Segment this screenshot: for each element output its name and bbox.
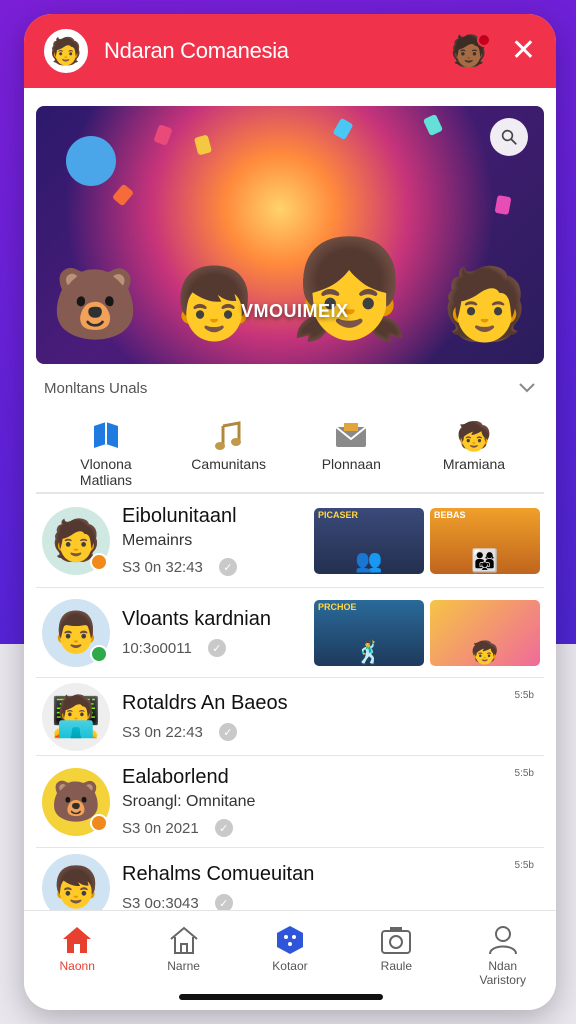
item-meta: 10:3o0011	[122, 639, 192, 657]
confetti	[193, 134, 213, 156]
profile-character-icon[interactable]: 🧑🏾	[449, 31, 491, 71]
item-meta: S3 0n 2021	[122, 819, 199, 837]
confetti	[494, 194, 512, 216]
search-icon	[501, 129, 517, 145]
notification-badge	[476, 33, 491, 47]
app-header: 🧑 Ndaran Comanesia 🧑🏾 ✕	[24, 14, 556, 88]
check-icon: ✓	[218, 723, 237, 741]
avatar: 🧑	[42, 506, 110, 575]
item-meta: S3 0n 32:43	[122, 558, 203, 576]
nav-label: Raule	[380, 959, 413, 973]
category-item[interactable]: Plonnaan	[291, 416, 411, 492]
mail-icon	[334, 416, 368, 456]
chevron-down-icon[interactable]	[518, 382, 536, 394]
girl-character: 👧	[289, 236, 410, 343]
avatar: 🧑‍💻	[42, 682, 110, 751]
man-character: 🧑	[440, 265, 529, 343]
nav-item-home[interactable]: Naonn	[32, 921, 122, 1010]
app-title: Ndaran Comanesia	[104, 38, 289, 63]
item-name: Vloants kardnian	[122, 608, 271, 630]
item-time: 5:5b	[514, 860, 534, 871]
category-label: Camunitans	[191, 456, 266, 472]
status-dot	[90, 644, 108, 663]
list-item[interactable]: 🐻 Ealaborlend Sroangl: Omnitane S3 0n 20…	[36, 756, 544, 848]
video-thumbnail[interactable]: PICASER 👥	[314, 507, 424, 574]
check-icon: ✓	[218, 558, 237, 576]
avatar: 👨	[42, 598, 110, 667]
category-item[interactable]: 🧒 Mramiana	[414, 416, 534, 492]
item-name: Rehalms Comueuitan	[122, 863, 315, 885]
camera-icon	[380, 921, 412, 959]
category-label: Vlonona Matlians	[79, 456, 133, 488]
bear-character: 🐻	[51, 265, 140, 343]
nav-label: Naonn	[59, 959, 95, 973]
confetti	[111, 183, 135, 207]
thumbnail-caption: PRCHOE	[318, 601, 357, 612]
item-meta: S3 0o:3043	[122, 894, 199, 912]
person-icon	[488, 921, 518, 959]
confetti	[332, 117, 354, 141]
item-name: Rotaldrs An Baeos	[122, 692, 288, 714]
nav-item-profile[interactable]: Ndan Varistory	[458, 921, 548, 1010]
item-subtitle: Sroangl: Omnitane	[122, 793, 256, 810]
item-time: 5:5b	[514, 768, 534, 779]
item-time: 5:5b	[514, 690, 534, 701]
status-dot	[90, 552, 108, 571]
category-bar: Vlonona Matlians Camunitans Plonnaan 🧒 M…	[36, 408, 544, 494]
character-badge-icon: 🧒	[456, 420, 492, 452]
content-list: 🧑 Eibolunitaanl Memainrs S3 0n 32:43 ✓ PI…	[24, 494, 556, 928]
hero-banner[interactable]: 🐻 👦 👧 🧑 VMOUIMEIX	[36, 106, 544, 364]
home-indicator	[179, 994, 383, 1000]
balloon	[66, 136, 116, 186]
status-dot	[90, 813, 108, 832]
section-label: Monltans Unals	[44, 379, 148, 397]
thumbnail-caption: BEBAS	[434, 509, 466, 520]
book-icon	[90, 416, 122, 456]
check-icon: ✓	[214, 819, 233, 837]
list-item[interactable]: 👨 Vloants kardnian 10:3o0011 ✓ PRCHOE 🕺 🧒	[36, 588, 544, 678]
video-thumbnail[interactable]: BEBAS 👨‍👩‍👧	[430, 507, 540, 574]
confetti	[153, 124, 173, 146]
music-note-icon	[213, 416, 245, 456]
banner-characters: 🐻 👦 👧 🧑	[36, 234, 544, 346]
nav-label: Ndan Varistory	[479, 959, 526, 987]
item-name: Ealaborlend	[122, 766, 229, 788]
phone-frame: 🧑 Ndaran Comanesia 🧑🏾 ✕ 🐻 👦 👧 🧑 VMOUIMEI…	[24, 14, 556, 1010]
user-avatar-icon[interactable]: 🧑	[44, 29, 88, 73]
search-button[interactable]	[490, 118, 528, 156]
category-label: Mramiana	[442, 456, 506, 472]
list-item[interactable]: 🧑 Eibolunitaanl Memainrs S3 0n 32:43 ✓ PI…	[36, 494, 544, 588]
thumbnail-caption: PICASER	[318, 509, 359, 520]
check-icon: ✓	[207, 639, 226, 657]
banner-logo-text: VMOUIMEIX	[241, 301, 349, 321]
category-label: Plonnaan	[321, 456, 381, 472]
category-item[interactable]: Vlonona Matlians	[46, 416, 166, 492]
item-subtitle: Memainrs	[122, 532, 193, 549]
item-name: Eibolunitaanl	[122, 505, 237, 527]
avatar: 🐻	[42, 767, 110, 836]
confetti	[422, 113, 444, 137]
category-item[interactable]: Camunitans	[169, 416, 289, 492]
close-icon[interactable]: ✕	[511, 36, 536, 66]
hexagon-icon	[274, 921, 306, 959]
nav-label: Narne	[167, 959, 200, 973]
video-thumbnail[interactable]: 🧒	[430, 599, 540, 666]
video-thumbnail[interactable]: PRCHOE 🕺	[314, 599, 424, 666]
list-item[interactable]: 🧑‍💻 Rotaldrs An Baeos S3 0n 22:43 ✓ 5:5b	[36, 678, 544, 756]
section-header[interactable]: Monltans Unals	[24, 368, 556, 408]
home-filled-icon	[61, 921, 93, 959]
item-meta: S3 0n 22:43	[122, 723, 203, 741]
nav-label: Kotaor	[272, 959, 308, 973]
home-outline-icon	[168, 921, 200, 959]
